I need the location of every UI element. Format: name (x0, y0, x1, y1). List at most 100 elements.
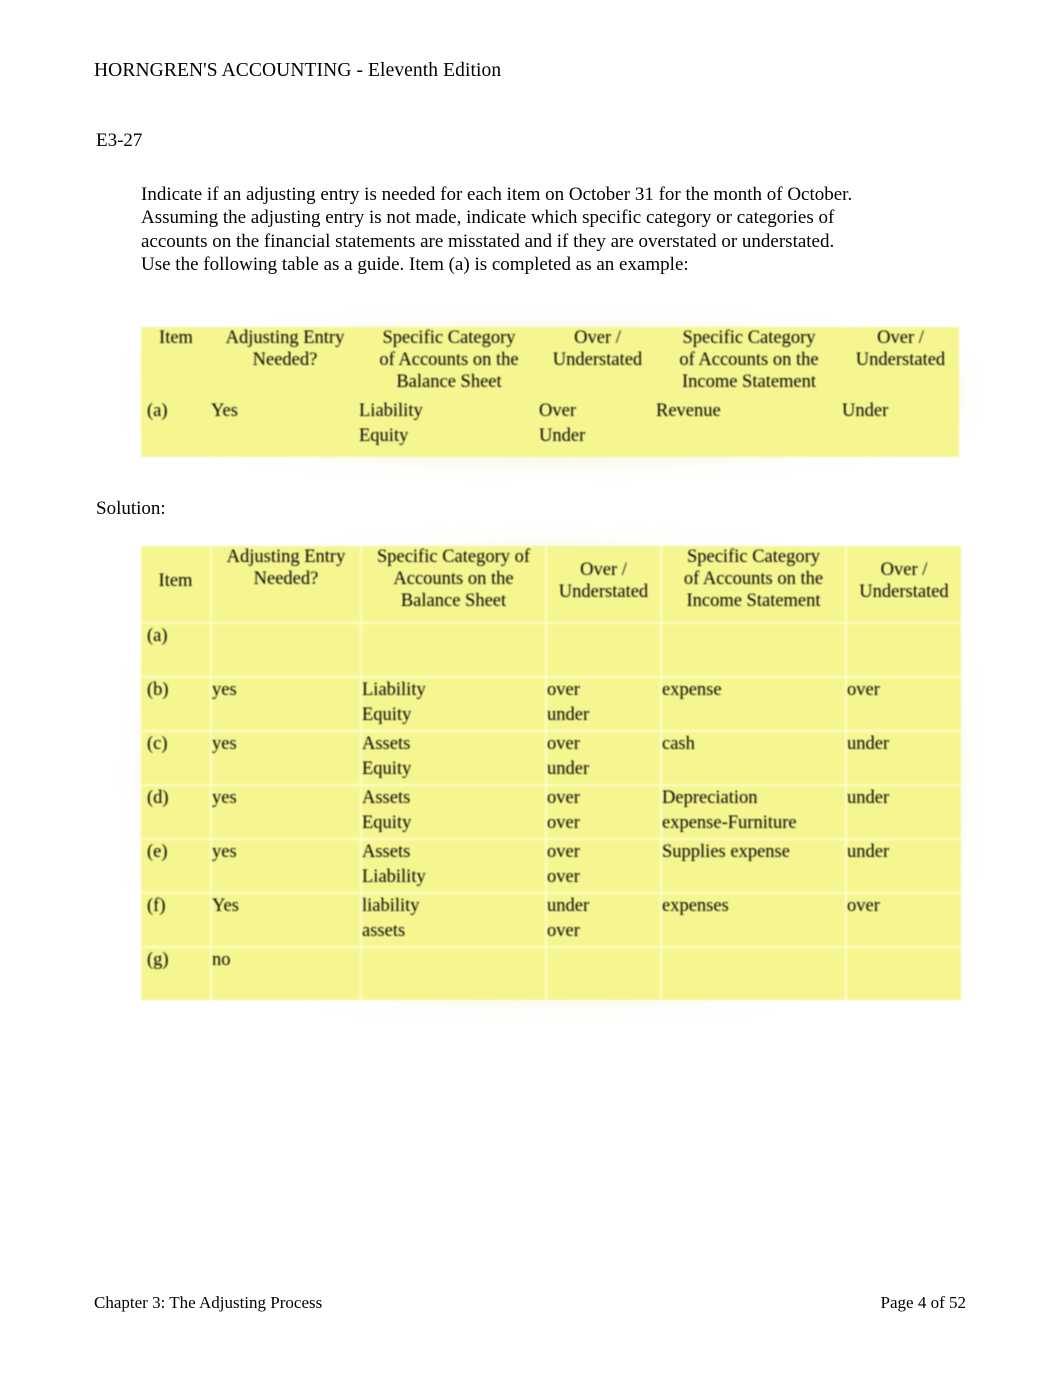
solution-cell-is-category (661, 623, 847, 678)
example-table-container: Item Adjusting Entry Needed? Specific Ca… (141, 327, 959, 457)
solution-cell-is-category-line1: expenses (662, 896, 729, 916)
example-header-ou-is-line2: Understated (855, 350, 946, 370)
solution-cell-is-category (661, 947, 847, 1000)
example-header-item-text: Item (159, 328, 193, 348)
example-cell-bs-category-line2: Equity (359, 426, 409, 446)
solution-cell-is-category: Supplies expense (661, 839, 847, 894)
solution-cell-bs-over-under-line2: over (547, 867, 580, 887)
solution-cell-is-over-under: over (846, 893, 961, 948)
solution-header-ou-is-line1: Over / (880, 560, 928, 580)
example-cell-item: (a) (141, 399, 211, 457)
footer-page-number: Page 4 of 52 (880, 1293, 966, 1312)
solution-cell-is-category: cash (661, 731, 847, 786)
solution-header-ou-bs-line1: Over / (580, 560, 627, 580)
solution-cell-bs-over-under-line1: over (547, 788, 580, 808)
solution-cell-adjusting-entry: yes (211, 839, 362, 894)
solution-cell-bs-category: liability assets (361, 893, 547, 948)
example-cell-is-category-line1: Revenue (656, 401, 721, 421)
solution-cell-bs-category (361, 623, 547, 678)
solution-cell-is-over-under: under (846, 839, 961, 894)
solution-cell-is-category-line1: expense (662, 680, 722, 700)
example-header-is-line2: of Accounts on the (679, 350, 819, 370)
table-row: (f) Yes liability assets under over expe… (141, 893, 961, 948)
table-row: (a) Yes Liability Equity Over Under Reve… (141, 399, 959, 457)
solution-cell-bs-over-under-line2: under (547, 759, 590, 779)
example-header-bs-line1: Specific Category (382, 328, 516, 348)
solution-cell-item: (f) (141, 893, 212, 948)
solution-cell-bs-over-under: over under (546, 677, 662, 732)
solution-header-item-text: Item (158, 571, 193, 591)
document-header-title: HORNGREN'S ACCOUNTING - Eleventh Edition (94, 60, 502, 81)
solution-cell-adjusting-entry: Yes (211, 893, 362, 948)
table-row: (e) yes Assets Liability over over Suppl… (141, 839, 961, 894)
example-header-income-statement-category: Specific Category of Accounts on the Inc… (656, 327, 842, 399)
table-row: (b) yes Liability Equity over under expe… (141, 677, 961, 732)
document-page: HORNGREN'S ACCOUNTING - Eleventh Edition… (0, 0, 1062, 1376)
solution-cell-is-over-under-line1: over (847, 680, 880, 700)
solution-cell-bs-over-under (546, 947, 662, 1000)
solution-cell-item: (e) (141, 839, 212, 894)
solution-cell-bs-over-under-line2: over (547, 921, 580, 941)
example-header-adjusting-entry-line2: Needed? (252, 350, 318, 370)
solution-cell-is-category-line1: Depreciation (662, 788, 758, 808)
solution-cell-adjusting-entry: yes (211, 785, 362, 840)
solution-cell-is-over-under-line1: under (847, 788, 890, 808)
example-header-balance-sheet-category: Specific Category of Accounts on the Bal… (359, 327, 539, 399)
solution-cell-bs-category: Assets Liability (361, 839, 547, 894)
solution-cell-is-over-under-line1: over (847, 896, 880, 916)
solution-cell-bs-category-line1: Assets (362, 734, 411, 754)
example-cell-is-over-under-line1: Under (842, 401, 889, 421)
solution-cell-item: (g) (141, 947, 212, 1000)
solution-cell-is-category-line1: Supplies expense (662, 842, 790, 862)
solution-header-over-under-balance-sheet: Over / Understated (546, 546, 662, 624)
solution-cell-is-over-under: under (846, 785, 961, 840)
solution-header-is-line1: Specific Category (686, 547, 821, 567)
example-header-bs-line3: Balance Sheet (396, 372, 502, 392)
solution-cell-bs-over-under-line2: over (547, 813, 580, 833)
table-row: (c) yes Assets Equity over under cash un… (141, 731, 961, 786)
footer-chapter-label: Chapter 3: The Adjusting Process (94, 1293, 323, 1312)
solution-header-adjusting-entry-line1: Adjusting Entry (226, 547, 346, 567)
solution-cell-is-category: expenses (661, 893, 847, 948)
solution-cell-adjusting-entry: yes (211, 677, 362, 732)
example-cell-bs-category: Liability Equity (359, 399, 539, 457)
solution-header-adjusting-entry-line2: Needed? (253, 569, 319, 589)
solution-cell-is-category: Depreciation expense-Furniture (661, 785, 847, 840)
example-header-is-line3: Income Statement (681, 372, 817, 392)
solution-cell-bs-over-under-line1: over (547, 842, 580, 862)
solution-cell-is-category-line2: expense-Furniture (662, 813, 797, 833)
solution-cell-bs-over-under: under over (546, 893, 662, 948)
solution-cell-item: (a) (141, 623, 212, 678)
solution-cell-bs-category-line1: liability (362, 896, 420, 916)
solution-cell-bs-category-line1: Liability (362, 680, 426, 700)
solution-cell-is-category-line1: cash (662, 734, 695, 754)
solution-cell-bs-over-under: over under (546, 731, 662, 786)
solution-cell-bs-category-line2: Equity (362, 813, 412, 833)
example-header-ou-bs-line1: Over / (574, 328, 621, 348)
solution-cell-bs-over-under: over over (546, 839, 662, 894)
solution-cell-bs-over-under-line1: under (547, 896, 590, 916)
solution-header-balance-sheet-category: Specific Category of Accounts on the Bal… (361, 546, 547, 624)
solution-header-is-line2: of Accounts on the (683, 569, 824, 589)
example-cell-is-over-under: Under (842, 399, 959, 457)
solution-cell-is-over-under (846, 623, 961, 678)
example-cell-bs-category-line1: Liability (359, 401, 423, 421)
solution-cell-bs-category-line2: Liability (362, 867, 426, 887)
example-cell-adjusting-entry: Yes (211, 399, 359, 457)
solution-cell-is-over-under: over (846, 677, 961, 732)
solution-cell-bs-over-under: over over (546, 785, 662, 840)
solution-cell-item: (d) (141, 785, 212, 840)
solution-cell-bs-over-under-line2: under (547, 705, 590, 725)
example-header-adjusting-entry: Adjusting Entry Needed? (211, 327, 359, 399)
solution-cell-bs-category: Liability Equity (361, 677, 547, 732)
example-header-over-under-balance-sheet: Over / Understated (539, 327, 656, 399)
solution-cell-bs-over-under (546, 623, 662, 678)
solution-table-body: (a) (b) yes Liability Equity over under … (141, 623, 961, 1000)
solution-label: Solution: (96, 498, 166, 519)
solution-header-adjusting-entry: Adjusting Entry Needed? (211, 546, 362, 624)
solution-header-bs-line1: Specific Category of (376, 547, 531, 567)
solution-cell-adjusting-entry: yes (211, 731, 362, 786)
solution-table: Item Adjusting Entry Needed? Specific Ca… (141, 546, 961, 1000)
solution-header-ou-is-line2: Understated (859, 582, 949, 602)
solution-header-bs-line2: Accounts on the (393, 569, 514, 589)
